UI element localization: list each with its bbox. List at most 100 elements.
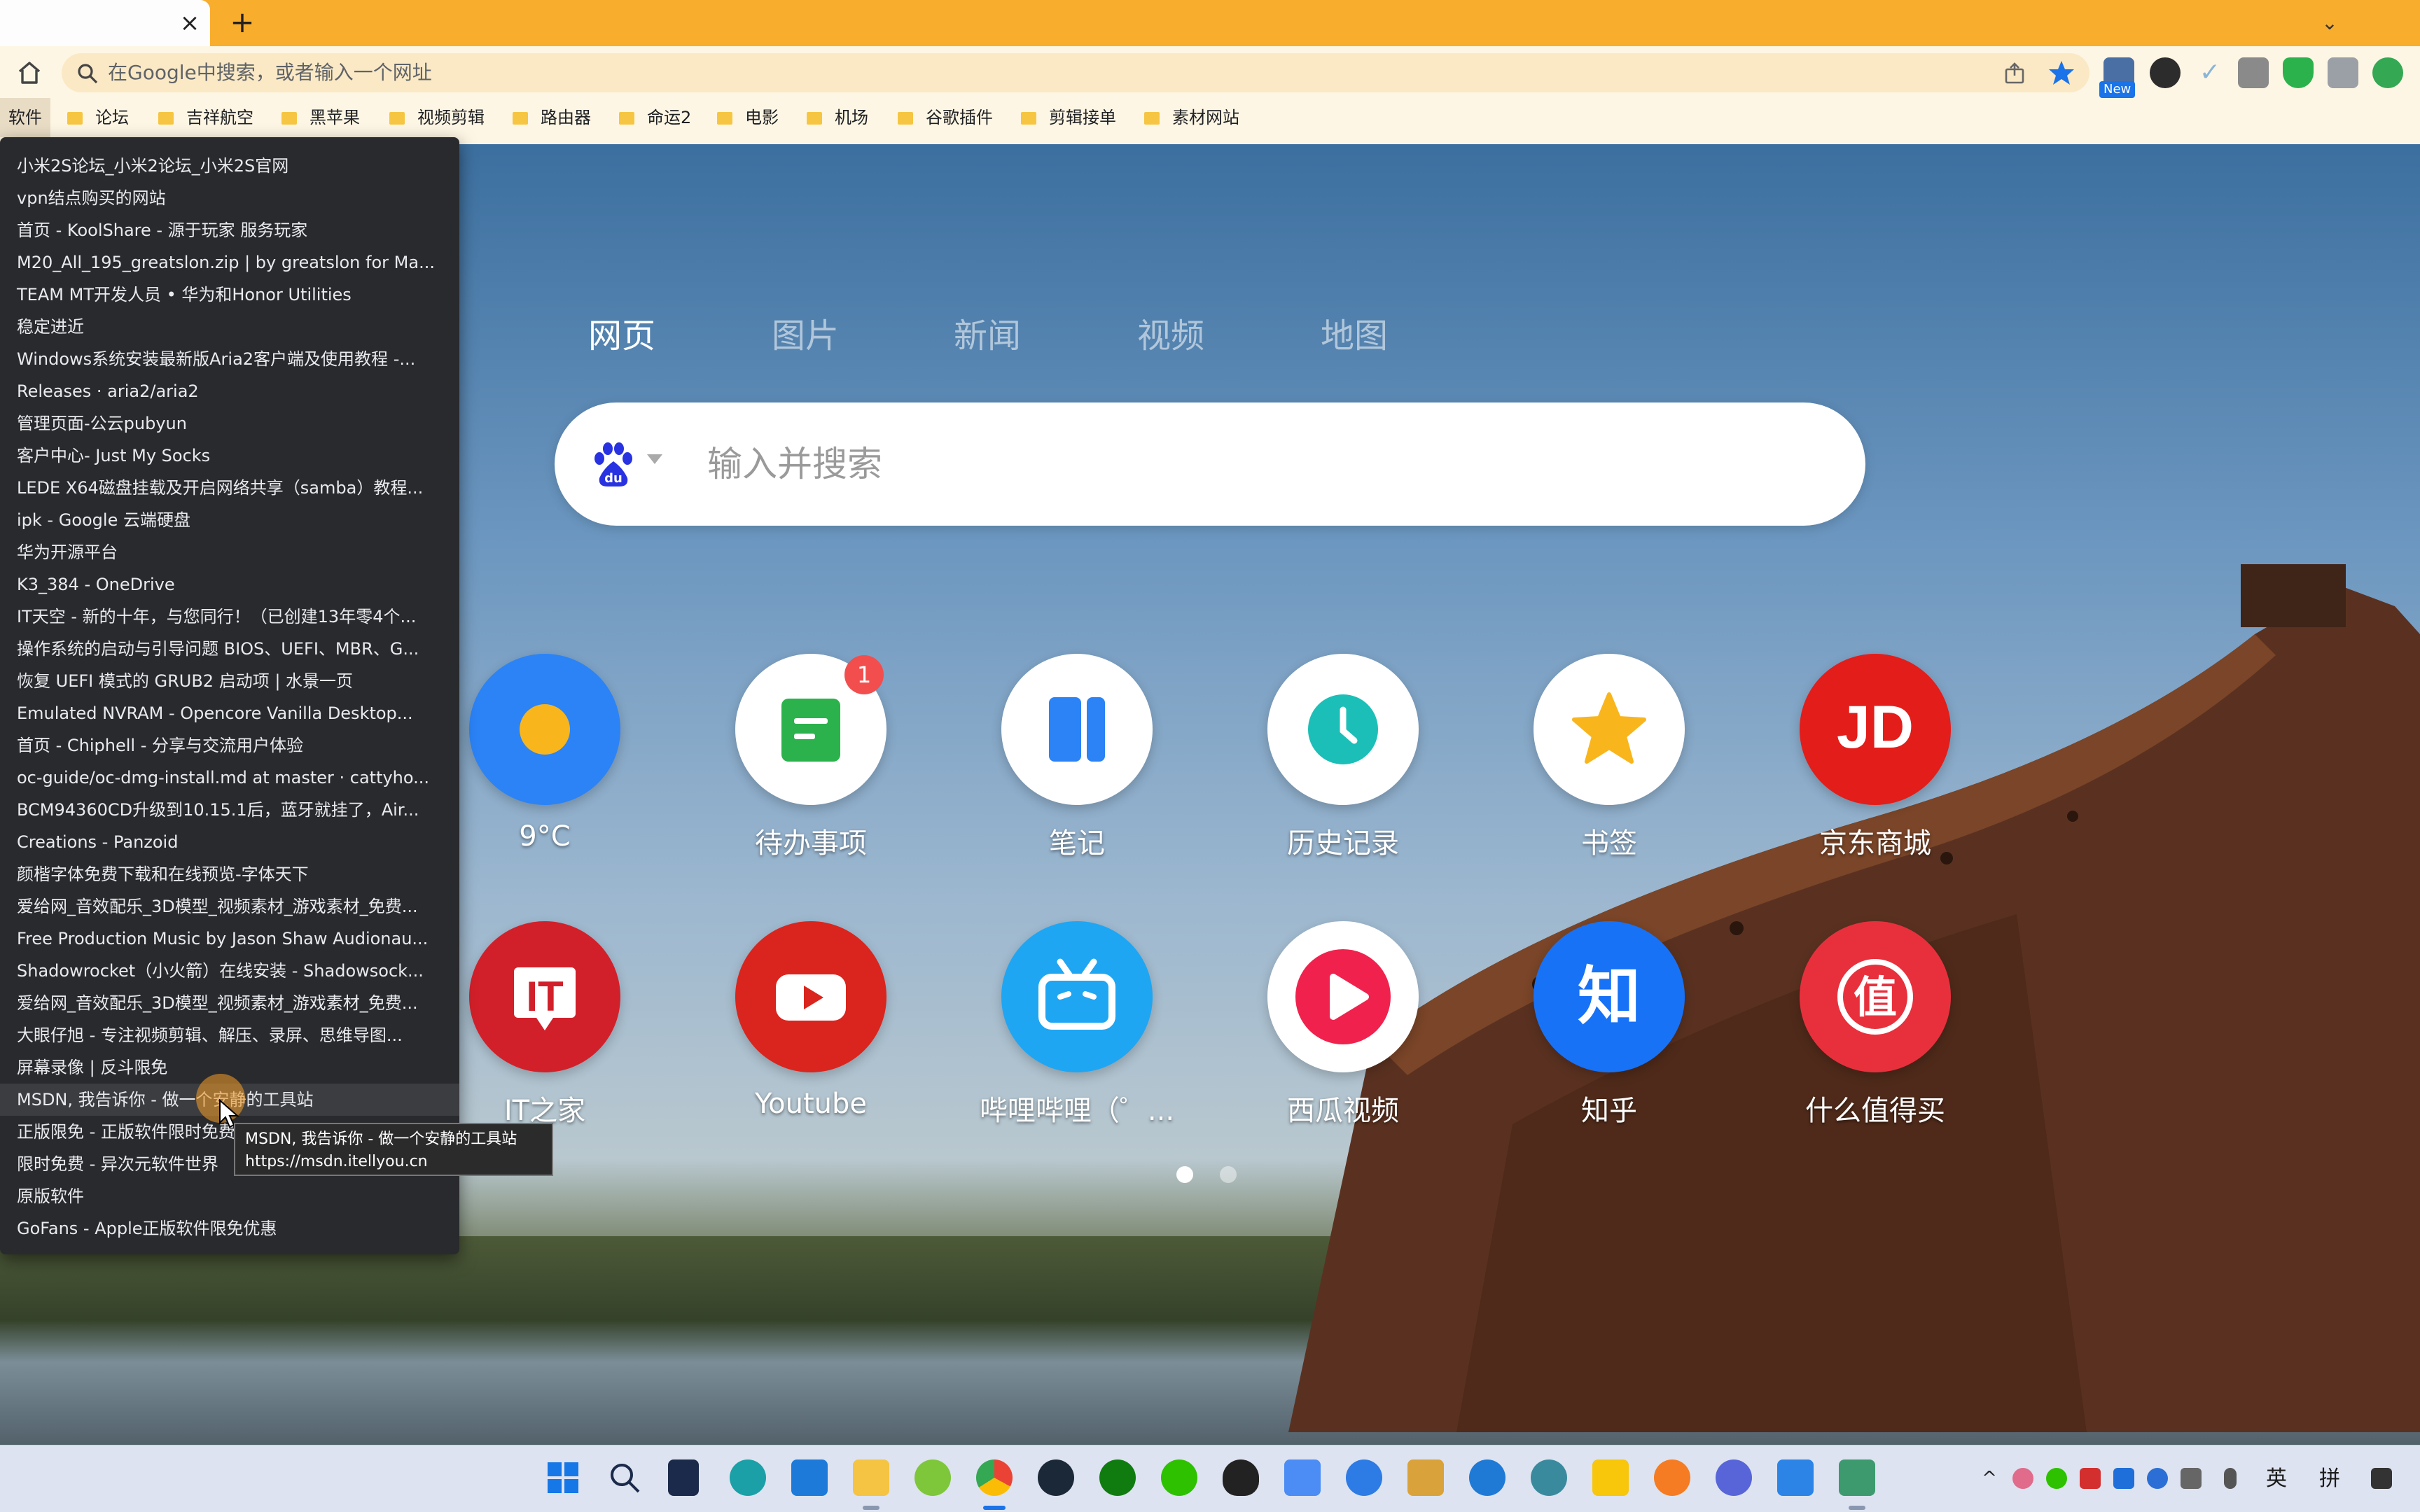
bookmark-menu-item[interactable]: K3_384 - OneDrive: [0, 568, 459, 601]
search-input[interactable]: [707, 430, 1828, 498]
tile-smzdm[interactable]: 值 什么值得买: [1770, 921, 1980, 1128]
bookmark-menu-item[interactable]: Emulated NVRAM - Opencore Vanilla Deskto…: [0, 697, 459, 729]
app-lightning-icon[interactable]: [915, 1460, 951, 1496]
bookmark-menu-item[interactable]: 颜楷字体免费下载和在线预览-字体天下: [0, 858, 459, 890]
file-explorer-icon[interactable]: [853, 1460, 889, 1496]
sticky-notes-icon[interactable]: [1592, 1460, 1629, 1496]
tray-red-app-icon[interactable]: [2080, 1468, 2101, 1489]
app-orange-icon[interactable]: [1654, 1460, 1690, 1496]
bookmark-folder[interactable]: 命运2: [619, 98, 691, 137]
ie-icon[interactable]: [1469, 1460, 1505, 1496]
baidu-paw-icon[interactable]: du: [587, 438, 640, 491]
extension-globe-icon[interactable]: [2372, 57, 2403, 88]
bookmark-menu-item[interactable]: 爱给网_音效配乐_3D模型_视频素材_游戏素材_免费...: [0, 890, 459, 923]
bookmark-menu-item[interactable]: GoFans - Apple正版软件限免优惠: [0, 1212, 459, 1245]
bookmark-menu-item[interactable]: Creations - Panzoid: [0, 826, 459, 858]
tile-history[interactable]: 历史记录: [1238, 654, 1448, 861]
tile-notes[interactable]: 笔记: [972, 654, 1182, 861]
bookmark-menu-item[interactable]: Releases · aria2/aria2: [0, 375, 459, 407]
bookmark-menu-item[interactable]: M20_All_195_greatslon.zip | by greatslon…: [0, 246, 459, 279]
bookmark-menu-item[interactable]: BCM94360CD升级到10.15.1后，蓝牙就挂了，Air...: [0, 794, 459, 826]
bookmark-menu-item[interactable]: 原版软件: [0, 1180, 459, 1212]
app-search-icon[interactable]: [1346, 1460, 1382, 1496]
tab-close-button[interactable]: ×: [175, 8, 204, 38]
bookmark-folder-software[interactable]: 软件: [0, 98, 50, 137]
bookmark-menu-item[interactable]: 首页 - Chiphell - 分享与交流用户体验: [0, 729, 459, 762]
windows-start-icon[interactable]: [545, 1460, 581, 1496]
network-icon[interactable]: [2371, 1468, 2392, 1489]
xbox-icon[interactable]: [1099, 1460, 1136, 1496]
tab-search-button[interactable]: ⌄: [2311, 4, 2349, 42]
bookmark-folder[interactable]: 视频剪辑: [389, 98, 485, 137]
task-view-icon[interactable]: [668, 1460, 699, 1496]
bookmark-menu-item[interactable]: 恢复 UEFI 模式的 GRUB2 启动项 | 水景一页: [0, 665, 459, 697]
tab-video[interactable]: 视频: [1137, 308, 1204, 357]
bookmark-folder[interactable]: 论坛: [67, 98, 129, 137]
photos-icon[interactable]: [1284, 1460, 1321, 1496]
pager-dot[interactable]: [1220, 1166, 1237, 1183]
bookmark-folder[interactable]: 谷歌插件: [898, 98, 993, 137]
tray-blue-app-icon[interactable]: [2113, 1468, 2134, 1489]
app-blue-circle-icon[interactable]: [1716, 1460, 1752, 1496]
show-hidden-icons[interactable]: ^: [1979, 1468, 2000, 1489]
bookmark-menu-item[interactable]: 小米2S论坛_小米2论坛_小米2S官网: [0, 150, 459, 182]
bookmark-menu-item[interactable]: 稳定进近: [0, 311, 459, 343]
extension-tab-icon[interactable]: [2238, 57, 2269, 88]
bookmark-folder[interactable]: 吉祥航空: [158, 98, 253, 137]
share-icon[interactable]: [2003, 62, 2026, 85]
bookmark-menu-item[interactable]: LEDE X64磁盘挂载及开启网络共享（samba）教程...: [0, 472, 459, 504]
edge-icon[interactable]: [730, 1460, 766, 1496]
tile-weather[interactable]: 9°C: [440, 654, 650, 853]
bookmark-menu-item[interactable]: TEAM MT开发人员 • 华为和Honor Utilities: [0, 279, 459, 311]
active-tab[interactable]: ×: [0, 0, 210, 46]
bluetooth-icon[interactable]: [2147, 1468, 2168, 1489]
bookmark-menu-item[interactable]: Free Production Music by Jason Shaw Audi…: [0, 923, 459, 955]
app-circle-icon[interactable]: [1531, 1460, 1567, 1496]
app-owl-icon[interactable]: [1407, 1460, 1444, 1496]
microphone-icon[interactable]: [2224, 1468, 2237, 1489]
steam-icon[interactable]: [1038, 1460, 1074, 1496]
bookmark-menu-item[interactable]: oc-guide/oc-dmg-install.md at master · c…: [0, 762, 459, 794]
bookmark-menu-item[interactable]: IT天空 - 新的十年，与您同行！（已创建13年零4个...: [0, 601, 459, 633]
tray-app-icon[interactable]: [2012, 1468, 2033, 1489]
bookmark-menu-item[interactable]: 大眼仔旭 - 专注视频剪辑、解压、录屏、思维导图...: [0, 1019, 459, 1051]
bookmark-folder[interactable]: 机场: [807, 98, 868, 137]
bookmark-menu-item[interactable]: 爱给网_音效配乐_3D模型_视频素材_游戏素材_免费...: [0, 987, 459, 1019]
search-icon[interactable]: [606, 1460, 643, 1496]
tile-bookmarks[interactable]: 书签: [1504, 654, 1714, 861]
bookmark-menu-item[interactable]: Shadowrocket（小火箭）在线安装 - Shadowsock...: [0, 955, 459, 987]
home-icon[interactable]: [13, 56, 46, 90]
wechat-icon[interactable]: [1161, 1460, 1197, 1496]
bookmark-menu-item[interactable]: 首页 - KoolShare - 源于玩家 服务玩家: [0, 214, 459, 246]
tile-bilibili[interactable]: 哔哩哔哩（゜...: [972, 921, 1182, 1128]
tile-jd[interactable]: JD 京东商城: [1770, 654, 1980, 861]
usb-icon[interactable]: [2181, 1468, 2202, 1489]
app-monitor-icon[interactable]: [1839, 1460, 1875, 1496]
bookmark-menu-item[interactable]: 操作系统的启动与引导问题 BIOS、UEFI、MBR、G...: [0, 633, 459, 665]
tab-images[interactable]: 图片: [772, 308, 839, 357]
bookmark-menu-item[interactable]: Windows系统安装最新版Aria2客户端及使用教程 -...: [0, 343, 459, 375]
bookmark-folder[interactable]: 路由器: [513, 98, 591, 137]
pager-dot-active[interactable]: [1176, 1166, 1193, 1183]
bookmark-star-icon[interactable]: [2047, 59, 2075, 87]
qq-penguin-icon[interactable]: [1223, 1460, 1259, 1496]
chrome-icon[interactable]: [976, 1460, 1013, 1496]
new-tab-button[interactable]: +: [225, 6, 259, 39]
tile-zhihu[interactable]: 知 知乎: [1504, 921, 1714, 1128]
address-bar[interactable]: 在Google中搜索，或者输入一个网址: [62, 53, 2089, 92]
tile-todo[interactable]: 1 待办事项: [706, 654, 916, 861]
extension-spy-icon[interactable]: [2150, 57, 2181, 88]
extension-shield-icon[interactable]: [2283, 57, 2314, 88]
bookmark-folder[interactable]: 剪辑接单: [1021, 98, 1116, 137]
extension-puzzle-icon[interactable]: [2328, 57, 2358, 88]
tab-web[interactable]: 网页: [588, 308, 655, 357]
bookmark-menu-item[interactable]: ipk - Google 云端硬盘: [0, 504, 459, 536]
tray-wechat-icon[interactable]: [2046, 1468, 2067, 1489]
bookmark-folder[interactable]: 电影: [717, 98, 779, 137]
bookmark-folder[interactable]: 黑苹果: [281, 98, 360, 137]
tab-news[interactable]: 新闻: [954, 308, 1021, 357]
store-icon[interactable]: [791, 1460, 828, 1496]
tile-xigua[interactable]: 西瓜视频: [1238, 921, 1448, 1128]
bookmark-folder[interactable]: 素材网站: [1144, 98, 1239, 137]
tile-ithome[interactable]: IT IT之家: [440, 921, 650, 1128]
